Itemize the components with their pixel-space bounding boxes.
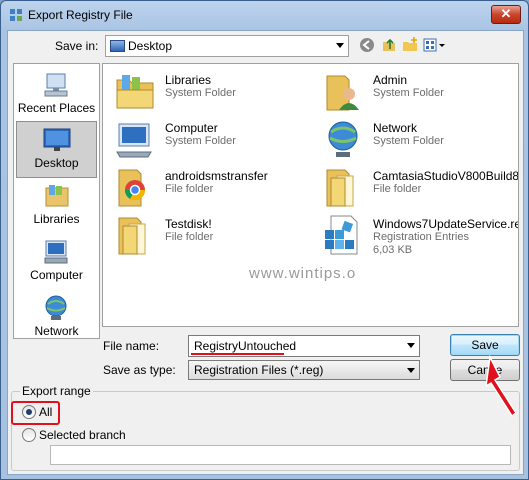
title-bar[interactable]: Export Registry File ✕ [1,1,528,31]
radio-all-label: All [39,405,53,419]
views-menu-icon[interactable] [422,36,446,54]
file-name-value: RegistryUntouched [194,339,297,353]
file-type: File folder [165,231,214,243]
file-list: Libraries System Folder Admin System Fol… [102,63,519,327]
file-name: androidsmstransfer [165,169,268,183]
file-name: Network [373,121,418,135]
file-type: System Folder [373,135,444,147]
recent-places-icon [44,73,68,97]
file-name: Windows7UpdateService.reg [373,217,519,231]
registry-editor-icon [10,9,22,21]
user-folder-icon [326,75,359,111]
network-icon [45,295,67,320]
back-arrow-icon[interactable] [358,36,376,54]
file-item-windows7updateservice-reg[interactable]: Windows7UpdateService.reg Registration E… [319,212,519,258]
place-computer[interactable]: Computer [16,233,97,290]
radio-selected-branch[interactable] [22,428,36,442]
file-name: Testdisk! [165,217,212,231]
radio-all[interactable] [22,405,36,419]
close-icon: ✕ [500,6,512,21]
desktop-icon [43,128,71,151]
place-label: Desktop [34,156,79,170]
place-label: Libraries [33,212,80,226]
folder-icon [326,169,354,207]
file-type: File folder [373,183,422,195]
place-recent-places[interactable]: Recent Places [16,66,97,123]
file-name-label: File name: [103,339,160,353]
folder-icon [118,217,146,255]
chrome-folder-icon [118,169,146,207]
window-title: Export Registry File [28,8,133,22]
file-size: 6,03 KB [373,244,413,256]
file-item-network[interactable]: Network System Folder [319,116,518,162]
place-label: Network [34,324,79,338]
save-in-label: Save in: [55,39,99,53]
dialog-body: Save in: Desktop Recent Places Desktop L… [7,30,524,475]
file-name: CamtasiaStudioV800Build878 [373,169,519,183]
place-label: Recent Places [17,101,96,115]
computer-icon [44,240,68,264]
new-folder-icon[interactable] [401,36,419,54]
place-libraries[interactable]: Libraries [16,177,97,234]
annotation-underline [191,353,284,355]
export-range-title: Export range [20,384,93,398]
save-as-type-dropdown[interactable]: Registration Files (*.reg) [188,360,420,380]
computer-icon [116,123,152,158]
save-as-type-label: Save as type: [103,363,176,377]
place-network[interactable]: Network [16,289,97,346]
file-name: Computer [165,121,218,135]
selected-branch-input[interactable] [50,445,511,465]
file-type: System Folder [165,135,236,147]
annotation-arrow-icon [486,354,518,418]
file-type: File folder [165,183,214,195]
file-name: Libraries [165,73,212,87]
libraries-folder-icon [116,75,154,109]
radio-selected-branch-label: Selected branch [39,428,126,442]
places-bar: Recent Places Desktop Libraries Computer [13,63,100,339]
chevron-down-icon [407,368,415,373]
place-desktop[interactable]: Desktop [16,121,97,178]
export-registry-dialog: Export Registry File ✕ Save in: Desktop [0,0,529,480]
file-type: Registration Entries [373,231,469,243]
file-name: Admin [373,73,408,87]
save-as-type-value: Registration Files (*.reg) [194,363,324,377]
network-icon [328,121,358,157]
up-folder-icon[interactable] [380,36,398,54]
file-item-admin[interactable]: Admin System Folder [319,68,518,114]
place-label: Computer [30,268,83,282]
file-item-camtasia[interactable]: CamtasiaStudioV800Build878 File folder [319,164,519,210]
chevron-down-icon[interactable] [407,343,415,348]
libraries-icon [45,185,69,207]
file-type: System Folder [165,87,236,99]
file-item-testdisk[interactable]: Testdisk! File folder [111,212,311,258]
file-type: System Folder [373,87,444,99]
desktop-small-icon [110,40,125,52]
save-in-value: Desktop [128,39,173,53]
save-in-dropdown[interactable]: Desktop [105,35,349,57]
registry-file-icon [325,215,358,255]
file-item-libraries[interactable]: Libraries System Folder [111,68,311,114]
chevron-down-icon [336,43,344,48]
watermark-text: www.wintips.o [249,265,357,282]
file-item-androidsmstransfer[interactable]: androidsmstransfer File folder [111,164,311,210]
file-item-computer[interactable]: Computer System Folder [111,116,311,162]
close-button[interactable]: ✕ [491,5,521,24]
